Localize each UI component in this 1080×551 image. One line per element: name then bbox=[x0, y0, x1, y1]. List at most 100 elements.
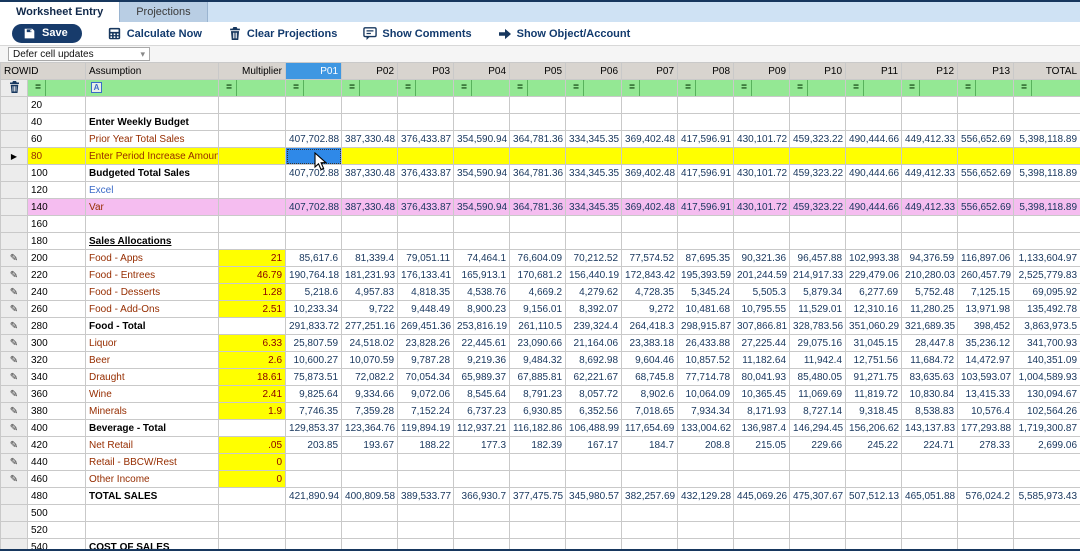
period-cell-p05[interactable]: 261,110.5 bbox=[509, 317, 567, 335]
period-cell-p13[interactable] bbox=[957, 470, 1015, 488]
period-cell-p01[interactable] bbox=[285, 113, 343, 131]
period-cell-p10[interactable] bbox=[789, 504, 847, 522]
total-cell[interactable] bbox=[1013, 181, 1080, 199]
period-cell-p01[interactable] bbox=[285, 181, 343, 199]
period-cell-p10[interactable]: 29,075.16 bbox=[789, 334, 847, 352]
period-cell-p01[interactable]: 7,746.35 bbox=[285, 402, 343, 420]
period-cell-p11[interactable] bbox=[845, 96, 903, 114]
period-cell-p12[interactable]: 11,684.72 bbox=[901, 351, 959, 369]
assumption-cell[interactable]: Food - Entrees bbox=[85, 266, 220, 284]
edit-row-button[interactable]: ✎ bbox=[0, 334, 28, 352]
period-cell-p12[interactable]: 10,830.84 bbox=[901, 385, 959, 403]
period-cell-p06[interactable] bbox=[565, 504, 623, 522]
period-cell-p01[interactable] bbox=[285, 453, 343, 471]
period-cell-p08[interactable] bbox=[677, 215, 735, 233]
period-cell-p13[interactable] bbox=[957, 96, 1015, 114]
period-cell-p13[interactable]: 398,452 bbox=[957, 317, 1015, 335]
period-cell-p04[interactable]: 4,538.76 bbox=[453, 283, 511, 301]
period-cell-p12[interactable]: 449,412.33 bbox=[901, 130, 959, 148]
period-cell-p06[interactable]: 156,440.19 bbox=[565, 266, 623, 284]
period-cell-p03[interactable]: 23,828.26 bbox=[397, 334, 455, 352]
tab-worksheet-entry[interactable]: Worksheet Entry bbox=[0, 2, 121, 22]
period-cell-p04[interactable] bbox=[453, 113, 511, 131]
period-cell-p08[interactable] bbox=[677, 470, 735, 488]
period-cell-p12[interactable]: 465,051.88 bbox=[901, 487, 959, 505]
period-cell-p12[interactable] bbox=[901, 181, 959, 199]
equals-operator[interactable]: = bbox=[681, 80, 697, 96]
period-cell-p13[interactable]: 13,971.98 bbox=[957, 300, 1015, 318]
period-cell-p05[interactable]: 67,885.81 bbox=[509, 368, 567, 386]
period-cell-p02[interactable]: 193.67 bbox=[341, 436, 399, 454]
period-cell-p09[interactable] bbox=[733, 453, 791, 471]
period-cell-p09[interactable] bbox=[733, 181, 791, 199]
period-cell-p03[interactable]: 376,433.87 bbox=[397, 198, 455, 216]
period-cell-p04[interactable]: 354,590.94 bbox=[453, 164, 511, 182]
period-cell-p12[interactable]: 449,412.33 bbox=[901, 164, 959, 182]
assumption-cell[interactable]: Var bbox=[85, 198, 220, 216]
period-cell-p10[interactable]: 214,917.33 bbox=[789, 266, 847, 284]
multiplier-cell[interactable]: 0 bbox=[218, 470, 287, 488]
period-cell-p04[interactable] bbox=[453, 470, 511, 488]
period-cell-p04[interactable] bbox=[453, 96, 511, 114]
period-cell-p11[interactable] bbox=[845, 521, 903, 539]
show-object-account-button[interactable]: Show Object/Account bbox=[498, 27, 630, 41]
period-cell-p10[interactable] bbox=[789, 113, 847, 131]
column-header-p12[interactable]: P12 bbox=[901, 62, 959, 80]
period-cell-p09[interactable] bbox=[733, 147, 791, 165]
assumption-cell[interactable]: Food - Desserts bbox=[85, 283, 220, 301]
period-cell-p05[interactable] bbox=[509, 113, 567, 131]
period-cell-p05[interactable]: 364,781.36 bbox=[509, 130, 567, 148]
period-cell-p07[interactable]: 369,402.48 bbox=[621, 130, 679, 148]
period-cell-p13[interactable] bbox=[957, 521, 1015, 539]
clear-projections-button[interactable]: Clear Projections bbox=[228, 27, 337, 41]
period-cell-p10[interactable]: 328,783.56 bbox=[789, 317, 847, 335]
period-cell-p06[interactable] bbox=[565, 113, 623, 131]
multiplier-cell[interactable] bbox=[218, 317, 287, 335]
equals-operator[interactable]: = bbox=[31, 80, 46, 96]
period-cell-p12[interactable]: 8,538.83 bbox=[901, 402, 959, 420]
period-cell-p02[interactable]: 181,231.93 bbox=[341, 266, 399, 284]
period-cell-p06[interactable]: 334,345.35 bbox=[565, 198, 623, 216]
period-cell-p02[interactable]: 9,334.66 bbox=[341, 385, 399, 403]
total-cell[interactable]: 69,095.92 bbox=[1013, 283, 1080, 301]
assumption-cell[interactable]: Sales Allocations bbox=[85, 232, 220, 250]
period-cell-p04[interactable]: 74,464.1 bbox=[453, 249, 511, 267]
period-cell-p07[interactable] bbox=[621, 504, 679, 522]
period-cell-p10[interactable] bbox=[789, 232, 847, 250]
period-cell-p06[interactable]: 334,345.35 bbox=[565, 164, 623, 182]
assumption-cell[interactable]: Budgeted Total Sales bbox=[85, 164, 220, 182]
filter-p04[interactable]: = bbox=[453, 79, 511, 97]
period-cell-p07[interactable]: 9,272 bbox=[621, 300, 679, 318]
period-cell-p13[interactable] bbox=[957, 504, 1015, 522]
period-cell-p09[interactable]: 136,987.4 bbox=[733, 419, 791, 437]
period-cell-p04[interactable] bbox=[453, 181, 511, 199]
period-cell-p11[interactable] bbox=[845, 181, 903, 199]
column-header-p07[interactable]: P07 bbox=[621, 62, 679, 80]
period-cell-p05[interactable]: 364,781.36 bbox=[509, 164, 567, 182]
period-cell-p05[interactable] bbox=[509, 96, 567, 114]
period-cell-p09[interactable]: 10,365.45 bbox=[733, 385, 791, 403]
period-cell-p08[interactable]: 7,934.34 bbox=[677, 402, 735, 420]
period-cell-p11[interactable]: 156,206.62 bbox=[845, 419, 903, 437]
period-cell-p12[interactable] bbox=[901, 504, 959, 522]
period-cell-p13[interactable] bbox=[957, 147, 1015, 165]
period-cell-p11[interactable]: 6,277.69 bbox=[845, 283, 903, 301]
period-cell-p06[interactable]: 62,221.67 bbox=[565, 368, 623, 386]
period-cell-p08[interactable] bbox=[677, 453, 735, 471]
period-cell-p13[interactable]: 576,024.2 bbox=[957, 487, 1015, 505]
period-cell-p13[interactable]: 103,593.07 bbox=[957, 368, 1015, 386]
period-cell-p06[interactable]: 239,324.4 bbox=[565, 317, 623, 335]
period-cell-p06[interactable] bbox=[565, 232, 623, 250]
period-cell-p10[interactable]: 5,879.34 bbox=[789, 283, 847, 301]
period-cell-p13[interactable]: 35,236.12 bbox=[957, 334, 1015, 352]
edit-row-button[interactable]: ✎ bbox=[0, 368, 28, 386]
period-cell-p12[interactable]: 5,752.48 bbox=[901, 283, 959, 301]
period-cell-p01[interactable]: 85,617.6 bbox=[285, 249, 343, 267]
period-cell-p11[interactable]: 11,819.72 bbox=[845, 385, 903, 403]
period-cell-p08[interactable] bbox=[677, 232, 735, 250]
period-cell-p09[interactable] bbox=[733, 96, 791, 114]
period-cell-p02[interactable]: 123,364.76 bbox=[341, 419, 399, 437]
period-cell-p02[interactable]: 400,809.58 bbox=[341, 487, 399, 505]
period-cell-p07[interactable] bbox=[621, 147, 679, 165]
filter-p06[interactable]: = bbox=[565, 79, 623, 97]
